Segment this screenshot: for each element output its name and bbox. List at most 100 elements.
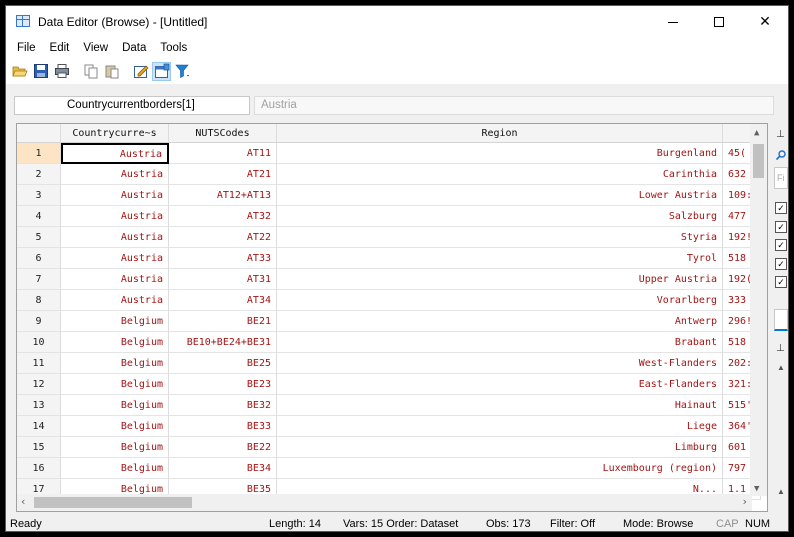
cell-nutscodes[interactable]: AT22 bbox=[169, 227, 277, 248]
cell-region[interactable]: Hainaut bbox=[277, 395, 723, 416]
cell-region[interactable]: Limburg bbox=[277, 437, 723, 458]
vertical-scroll-thumb[interactable] bbox=[753, 144, 764, 178]
variable-checkbox[interactable]: ✓ bbox=[775, 258, 787, 270]
expand-up-icon[interactable]: ▲ bbox=[777, 487, 785, 496]
obs-number[interactable]: 14 bbox=[17, 416, 61, 437]
menu-edit[interactable]: Edit bbox=[43, 38, 77, 58]
cell-nutscodes[interactable]: BE32 bbox=[169, 395, 277, 416]
obs-number[interactable]: 12 bbox=[17, 374, 61, 395]
cell-country[interactable]: Belgium bbox=[61, 332, 169, 353]
obs-number[interactable]: 15 bbox=[17, 437, 61, 458]
cell-country[interactable]: Belgium bbox=[61, 311, 169, 332]
paste-button[interactable] bbox=[102, 62, 121, 81]
scroll-down-icon[interactable]: ▼ bbox=[754, 484, 759, 494]
header-region[interactable]: Region bbox=[277, 124, 723, 143]
obs-number[interactable]: 8 bbox=[17, 290, 61, 311]
cell-region[interactable]: West-Flanders bbox=[277, 353, 723, 374]
variable-checkbox[interactable]: ✓ bbox=[775, 239, 787, 251]
browse-mode-button[interactable] bbox=[152, 61, 171, 81]
cell-region[interactable]: Vorarlberg bbox=[277, 290, 723, 311]
pin-icon[interactable]: ⊥ bbox=[776, 343, 785, 354]
header-nutscodes[interactable]: NUTSCodes bbox=[169, 124, 277, 143]
cell-region[interactable]: Burgenland bbox=[277, 143, 723, 164]
cell-country[interactable]: Austria bbox=[61, 185, 169, 206]
cell-value-field[interactable]: Austria bbox=[254, 96, 774, 115]
cell-nutscodes[interactable]: BE33 bbox=[169, 416, 277, 437]
data-grid[interactable]: Countrycurre~s NUTSCodes Region 1 Austria… bbox=[16, 123, 768, 512]
obs-number[interactable]: 2 bbox=[17, 164, 61, 185]
cell-nutscodes[interactable]: AT33 bbox=[169, 248, 277, 269]
cell-name-field[interactable]: Countrycurrentborders[1] bbox=[14, 96, 250, 115]
search-icon[interactable] bbox=[775, 149, 787, 161]
menu-data[interactable]: Data bbox=[115, 38, 153, 58]
variable-checkbox[interactable]: ✓ bbox=[775, 221, 787, 233]
obs-number[interactable]: 16 bbox=[17, 458, 61, 479]
cell-region[interactable]: Salzburg bbox=[277, 206, 723, 227]
horizontal-scrollbar[interactable]: ‹ › bbox=[17, 494, 752, 511]
vertical-scrollbar[interactable]: ▲ ▼ bbox=[750, 124, 767, 496]
variable-filter-input[interactable]: Fi bbox=[774, 167, 788, 189]
cell-nutscodes[interactable]: BE23 bbox=[169, 374, 277, 395]
cell-country[interactable]: Belgium bbox=[61, 437, 169, 458]
cell-nutscodes[interactable]: BE10+BE24+BE31 bbox=[169, 332, 277, 353]
cell-region[interactable]: Upper Austria bbox=[277, 269, 723, 290]
cell-country[interactable]: Austria bbox=[61, 164, 169, 185]
save-button[interactable] bbox=[31, 62, 50, 81]
obs-number[interactable]: 5 bbox=[17, 227, 61, 248]
copy-button[interactable] bbox=[81, 62, 100, 81]
cell-nutscodes[interactable]: AT32 bbox=[169, 206, 277, 227]
cell-region[interactable]: Brabant bbox=[277, 332, 723, 353]
cell-nutscodes[interactable]: AT12+AT13 bbox=[169, 185, 277, 206]
cell-nutscodes[interactable]: AT34 bbox=[169, 290, 277, 311]
cell-region[interactable]: Tyrol bbox=[277, 248, 723, 269]
cell-region[interactable]: Luxembourg (region) bbox=[277, 458, 723, 479]
cell-region[interactable]: Styria bbox=[277, 227, 723, 248]
cell-region[interactable]: Liege bbox=[277, 416, 723, 437]
cell-region[interactable]: Lower Austria bbox=[277, 185, 723, 206]
header-country[interactable]: Countrycurre~s bbox=[61, 124, 169, 143]
variables-pane-scroll[interactable] bbox=[774, 309, 788, 331]
cell-country[interactable]: Austria bbox=[61, 227, 169, 248]
obs-number[interactable]: 1 bbox=[17, 143, 61, 164]
edit-mode-button[interactable] bbox=[131, 62, 150, 81]
menu-file[interactable]: File bbox=[10, 38, 43, 58]
scroll-left-icon[interactable]: ‹ bbox=[20, 495, 27, 508]
variable-checkbox[interactable]: ✓ bbox=[775, 202, 787, 214]
cell-region[interactable]: East-Flanders bbox=[277, 374, 723, 395]
cell-country[interactable]: Austria bbox=[61, 269, 169, 290]
obs-number[interactable]: 3 bbox=[17, 185, 61, 206]
cell-country[interactable]: Belgium bbox=[61, 395, 169, 416]
menu-view[interactable]: View bbox=[76, 38, 115, 58]
cell-nutscodes[interactable]: BE34 bbox=[169, 458, 277, 479]
scroll-right-icon[interactable]: › bbox=[741, 495, 748, 508]
minimize-button[interactable] bbox=[650, 6, 696, 38]
cell-country[interactable]: Austria bbox=[61, 206, 169, 227]
cell-nutscodes[interactable]: BE22 bbox=[169, 437, 277, 458]
cell-nutscodes[interactable]: AT21 bbox=[169, 164, 277, 185]
menu-tools[interactable]: Tools bbox=[153, 38, 194, 58]
cell-country[interactable]: Austria bbox=[61, 143, 169, 164]
obs-number[interactable]: 11 bbox=[17, 353, 61, 374]
obs-number[interactable]: 4 bbox=[17, 206, 61, 227]
pin-icon[interactable]: ⊥ bbox=[776, 129, 785, 140]
maximize-button[interactable] bbox=[696, 6, 742, 38]
obs-number[interactable]: 9 bbox=[17, 311, 61, 332]
obs-number[interactable]: 13 bbox=[17, 395, 61, 416]
variable-checkbox[interactable]: ✓ bbox=[775, 276, 787, 288]
cell-nutscodes[interactable]: AT31 bbox=[169, 269, 277, 290]
obs-number[interactable]: 6 bbox=[17, 248, 61, 269]
horizontal-scroll-thumb[interactable] bbox=[34, 497, 192, 508]
cell-country[interactable]: Belgium bbox=[61, 458, 169, 479]
obs-number[interactable]: 10 bbox=[17, 332, 61, 353]
cell-country[interactable]: Belgium bbox=[61, 416, 169, 437]
open-button[interactable] bbox=[10, 62, 29, 81]
cell-country[interactable]: Belgium bbox=[61, 353, 169, 374]
close-button[interactable]: ✕ bbox=[742, 6, 788, 38]
scroll-up-icon[interactable]: ▲ bbox=[754, 128, 759, 138]
cell-nutscodes[interactable]: AT11 bbox=[169, 143, 277, 164]
cell-region[interactable]: Carinthia bbox=[277, 164, 723, 185]
cell-region[interactable]: Antwerp bbox=[277, 311, 723, 332]
header-corner[interactable] bbox=[17, 124, 61, 143]
cell-country[interactable]: Austria bbox=[61, 248, 169, 269]
filter-button[interactable] bbox=[173, 62, 192, 81]
